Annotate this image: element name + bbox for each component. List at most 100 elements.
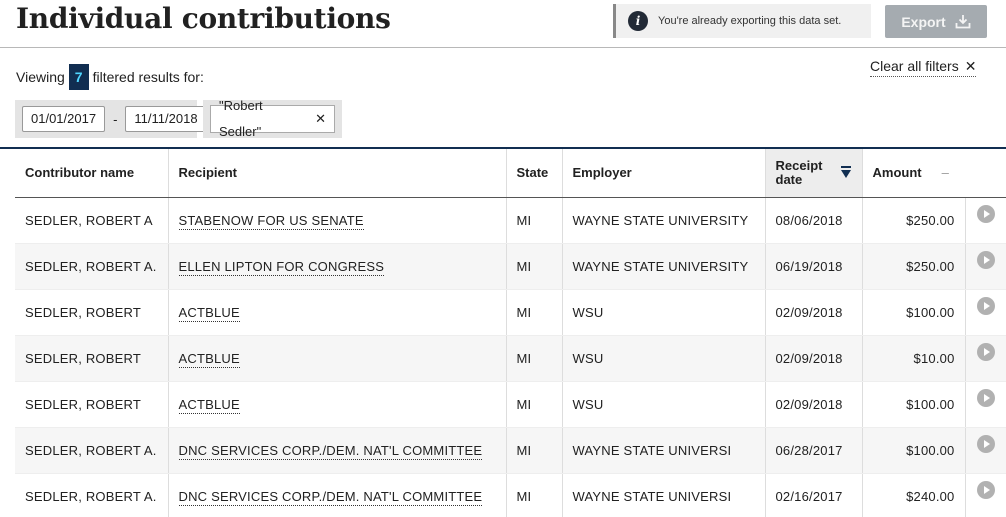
recipient-link[interactable]: ELLEN LIPTON FOR CONGRESS — [178, 258, 385, 276]
name-filter-chip[interactable]: "Robert Sedler" ✕ — [210, 98, 335, 139]
amount-cell: $240.00 — [862, 473, 966, 517]
row-details-toggle[interactable] — [965, 427, 1006, 474]
date-to-chip[interactable]: 11/11/2018 — [125, 106, 207, 132]
close-icon[interactable]: ✕ — [315, 106, 326, 132]
employer-cell: WAYNE STATE UNIVERSITY — [562, 243, 766, 290]
column-header-receipt-date[interactable]: Receipt date — [765, 149, 863, 198]
employer-cell: WSU — [562, 381, 766, 428]
play-icon[interactable] — [976, 480, 995, 499]
table-row: SEDLER, ROBERT ACTBLUE MI WSU 02/09/2018… — [15, 289, 1006, 336]
export-notice-text: You're already exporting this data set. — [658, 15, 842, 27]
date-cell: 06/19/2018 — [765, 243, 863, 290]
clear-all-filters-label: Clear all filters — [870, 58, 959, 74]
table-row: SEDLER, ROBERT A. DNC SERVICES CORP./DEM… — [15, 427, 1006, 474]
recipient-link[interactable]: STABENOW FOR US SENATE — [178, 212, 364, 230]
page-title: Individual contributions — [16, 2, 391, 35]
row-details-toggle[interactable] — [965, 289, 1006, 336]
date-range-filter: 01/01/2017 - 11/11/2018 — [15, 100, 207, 138]
recipient-link[interactable]: ACTBLUE — [178, 304, 240, 322]
employer-cell: WAYNE STATE UNIVERSI — [562, 473, 766, 517]
play-icon[interactable] — [976, 342, 995, 361]
play-icon[interactable] — [976, 250, 995, 269]
amount-cell: $10.00 — [862, 335, 966, 382]
export-button[interactable]: Export — [885, 5, 987, 38]
column-header-amount[interactable]: Amount – — [862, 149, 1006, 198]
state-cell: MI — [506, 335, 563, 382]
state-cell: MI — [506, 381, 563, 428]
results-summary: Viewing 7 filtered results for: — [16, 64, 204, 90]
date-cell: 02/09/2018 — [765, 289, 863, 336]
receipt-date-label: Receipt date — [775, 158, 823, 187]
state-cell: MI — [506, 427, 563, 474]
contributor-cell: SEDLER, ROBERT A. — [15, 473, 169, 517]
state-cell: MI — [506, 243, 563, 290]
play-icon[interactable] — [976, 204, 995, 223]
employer-cell: WAYNE STATE UNIVERSI — [562, 427, 766, 474]
table-row: SEDLER, ROBERT A. ELLEN LIPTON FOR CONGR… — [15, 243, 1006, 290]
recipient-cell: ACTBLUE — [168, 335, 507, 382]
recipient-cell: ELLEN LIPTON FOR CONGRESS — [168, 243, 507, 290]
recipient-cell: DNC SERVICES CORP./DEM. NAT'L COMMITTEE — [168, 473, 507, 517]
amount-cell: $100.00 — [862, 289, 966, 336]
recipient-cell: DNC SERVICES CORP./DEM. NAT'L COMMITTEE — [168, 427, 507, 474]
row-details-toggle[interactable] — [965, 381, 1006, 428]
recipient-link[interactable]: DNC SERVICES CORP./DEM. NAT'L COMMITTEE — [178, 488, 483, 506]
table-row: SEDLER, ROBERT A. DNC SERVICES CORP./DEM… — [15, 473, 1006, 517]
result-count-badge: 7 — [68, 64, 89, 90]
date-from-chip[interactable]: 01/01/2017 — [22, 106, 106, 132]
date-cell: 02/09/2018 — [765, 381, 863, 428]
column-header-employer[interactable]: Employer — [562, 149, 766, 198]
recipient-cell: ACTBLUE — [168, 289, 507, 336]
name-filter: "Robert Sedler" ✕ — [203, 98, 342, 139]
column-header-contributor[interactable]: Contributor name — [15, 149, 169, 198]
sort-descending-icon — [840, 165, 851, 178]
table-row: SEDLER, ROBERT A STABENOW FOR US SENATE … — [15, 197, 1006, 244]
contributions-table: Contributor name Recipient State Employe… — [15, 149, 1006, 517]
recipient-link[interactable]: ACTBLUE — [178, 396, 240, 414]
employer-cell: WSU — [562, 289, 766, 336]
info-icon: i — [628, 11, 648, 31]
amount-cell: $250.00 — [862, 197, 966, 244]
amount-label: Amount — [872, 165, 922, 181]
table-header-row: Contributor name Recipient State Employe… — [15, 149, 1006, 198]
name-filter-label: "Robert Sedler" — [219, 98, 263, 139]
contributor-cell: SEDLER, ROBERT — [15, 335, 169, 382]
date-cell: 08/06/2018 — [765, 197, 863, 244]
contributor-cell: SEDLER, ROBERT — [15, 289, 169, 336]
play-icon[interactable] — [976, 296, 995, 315]
state-cell: MI — [506, 473, 563, 517]
close-icon: ✕ — [964, 58, 977, 74]
contributor-cell: SEDLER, ROBERT A. — [15, 427, 169, 474]
amount-cell: $250.00 — [862, 243, 966, 290]
row-details-toggle[interactable] — [965, 197, 1006, 244]
row-details-toggle[interactable] — [965, 243, 1006, 290]
recipient-cell: ACTBLUE — [168, 381, 507, 428]
row-details-toggle[interactable] — [965, 473, 1006, 517]
contributor-cell: SEDLER, ROBERT A — [15, 197, 169, 244]
employer-cell: WAYNE STATE UNIVERSITY — [562, 197, 766, 244]
header-divider — [0, 47, 1006, 48]
contributor-cell: SEDLER, ROBERT A. — [15, 243, 169, 290]
row-details-toggle[interactable] — [965, 335, 1006, 382]
column-header-recipient[interactable]: Recipient — [168, 149, 507, 198]
date-separator: - — [113, 111, 118, 127]
state-cell: MI — [506, 289, 563, 336]
viewing-prefix: Viewing — [16, 69, 65, 85]
export-button-label: Export — [901, 13, 946, 30]
date-cell: 02/16/2017 — [765, 473, 863, 517]
sort-neutral-icon: – — [941, 165, 949, 181]
download-icon — [955, 15, 971, 29]
recipient-link[interactable]: DNC SERVICES CORP./DEM. NAT'L COMMITTEE — [178, 442, 483, 460]
date-cell: 02/09/2018 — [765, 335, 863, 382]
employer-cell: WSU — [562, 335, 766, 382]
export-notice: i You're already exporting this data set… — [613, 4, 871, 38]
clear-all-filters-link[interactable]: Clear all filters ✕ — [870, 58, 977, 77]
play-icon[interactable] — [976, 434, 995, 453]
column-header-state[interactable]: State — [506, 149, 563, 198]
date-cell: 06/28/2017 — [765, 427, 863, 474]
recipient-cell: STABENOW FOR US SENATE — [168, 197, 507, 244]
recipient-link[interactable]: ACTBLUE — [178, 350, 240, 368]
viewing-suffix: filtered results for: — [92, 69, 204, 85]
play-icon[interactable] — [976, 388, 995, 407]
amount-cell: $100.00 — [862, 427, 966, 474]
